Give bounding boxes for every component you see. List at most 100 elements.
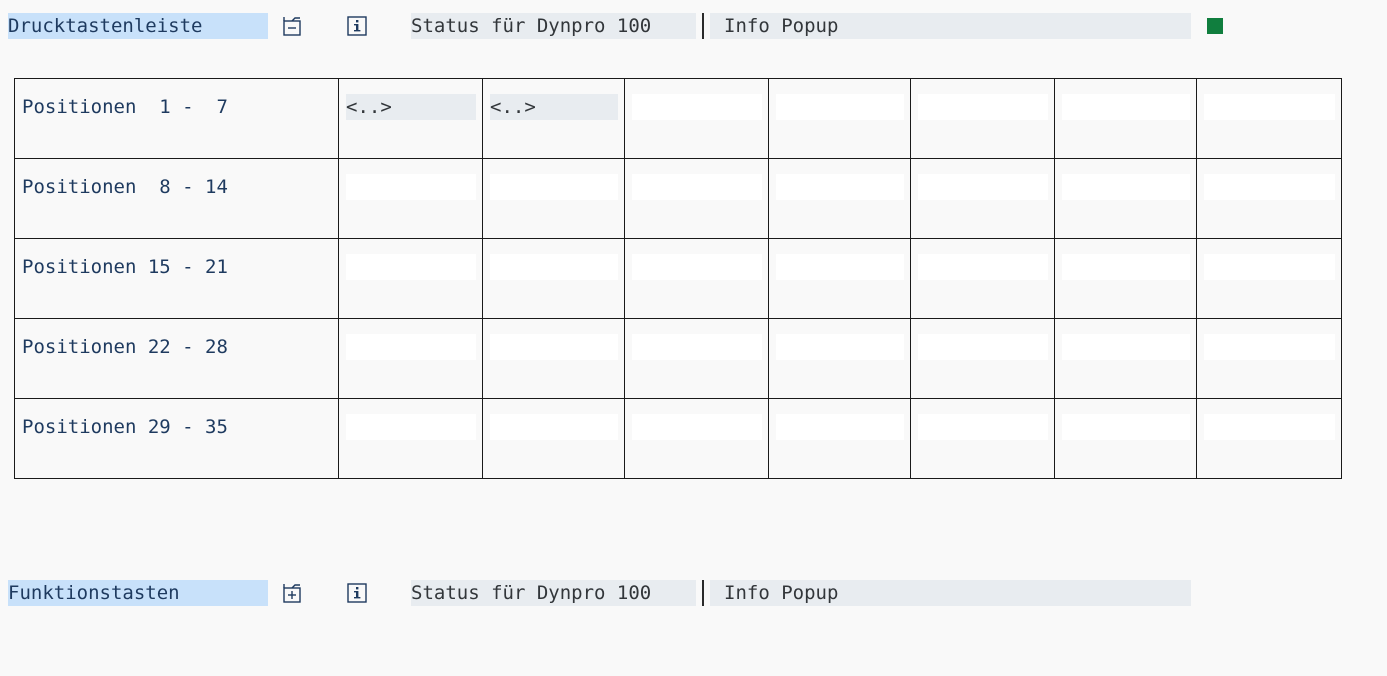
position-input[interactable] bbox=[346, 414, 476, 440]
position-input[interactable] bbox=[1062, 254, 1190, 280]
position-input[interactable] bbox=[1204, 174, 1335, 200]
position-input[interactable] bbox=[1204, 334, 1335, 360]
position-input[interactable] bbox=[918, 174, 1048, 200]
position-input[interactable] bbox=[1204, 414, 1335, 440]
grid-cell bbox=[624, 158, 769, 239]
position-input[interactable] bbox=[776, 334, 904, 360]
grid-cell bbox=[1196, 158, 1342, 239]
section-label-pushbuttons: Drucktastenleiste bbox=[8, 13, 268, 39]
position-input[interactable] bbox=[632, 94, 762, 120]
position-input[interactable] bbox=[776, 414, 904, 440]
position-input[interactable]: <..> bbox=[490, 94, 618, 120]
grid-row: Positionen 22 - 28 bbox=[14, 318, 1342, 399]
info-icon[interactable] bbox=[344, 580, 370, 606]
position-input[interactable] bbox=[490, 174, 618, 200]
position-input[interactable] bbox=[1204, 94, 1335, 120]
grid-cell bbox=[482, 238, 625, 319]
grid-cell bbox=[768, 318, 911, 399]
field-divider bbox=[702, 580, 704, 606]
grid-cell bbox=[1054, 158, 1197, 239]
position-input[interactable] bbox=[346, 334, 476, 360]
status-indicator bbox=[1207, 18, 1223, 34]
grid-row: Positionen 1 - 7 <..> <..> bbox=[14, 78, 1342, 159]
position-input[interactable] bbox=[1062, 174, 1190, 200]
grid-cell bbox=[338, 158, 483, 239]
grid-cell bbox=[910, 238, 1055, 319]
positions-grid: Positionen 1 - 7 <..> <..> Positionen 8 … bbox=[14, 78, 1342, 479]
info-popup-field[interactable]: Info Popup bbox=[710, 580, 1191, 606]
position-range-label: Positionen 8 - 14 bbox=[22, 176, 228, 198]
grid-cell bbox=[1054, 398, 1197, 479]
grid-cell: <..> bbox=[482, 78, 625, 159]
position-range-label: Positionen 29 - 35 bbox=[22, 416, 228, 438]
position-input[interactable] bbox=[1062, 414, 1190, 440]
field-divider bbox=[702, 13, 704, 39]
position-input[interactable] bbox=[776, 174, 904, 200]
grid-cell bbox=[482, 318, 625, 399]
grid-cell bbox=[1054, 238, 1197, 319]
grid-cell bbox=[624, 318, 769, 399]
position-input[interactable]: <..> bbox=[346, 94, 476, 120]
position-input[interactable] bbox=[776, 254, 904, 280]
grid-row-label-cell: Positionen 8 - 14 bbox=[14, 158, 339, 239]
grid-cell bbox=[910, 318, 1055, 399]
grid-cell bbox=[624, 238, 769, 319]
section-label-function-keys: Funktionstasten bbox=[8, 580, 268, 606]
grid-cell bbox=[482, 398, 625, 479]
info-icon[interactable] bbox=[344, 13, 370, 39]
position-input[interactable] bbox=[918, 254, 1048, 280]
position-input[interactable] bbox=[918, 94, 1048, 120]
position-range-label: Positionen 15 - 21 bbox=[22, 256, 228, 278]
grid-cell bbox=[338, 398, 483, 479]
position-input[interactable] bbox=[1062, 94, 1190, 120]
grid-cell bbox=[768, 78, 911, 159]
grid-cell bbox=[768, 158, 911, 239]
grid-row-label-cell: Positionen 1 - 7 bbox=[14, 78, 339, 159]
grid-cell bbox=[1054, 318, 1197, 399]
grid-row: Positionen 8 - 14 bbox=[14, 158, 1342, 239]
position-input[interactable] bbox=[632, 174, 762, 200]
grid-row-label-cell: Positionen 22 - 28 bbox=[14, 318, 339, 399]
function-keys-row: Funktionstasten Status für Dynpro 100 In… bbox=[0, 580, 1387, 606]
grid-cell bbox=[910, 158, 1055, 239]
position-input[interactable] bbox=[632, 334, 762, 360]
info-popup-field[interactable]: Info Popup bbox=[710, 13, 1191, 39]
position-range-label: Positionen 1 - 7 bbox=[22, 96, 228, 118]
grid-cell bbox=[768, 398, 911, 479]
status-field[interactable]: Status für Dynpro 100 bbox=[411, 13, 696, 39]
position-input[interactable] bbox=[918, 414, 1048, 440]
grid-cell bbox=[482, 158, 625, 239]
toolbar-icon[interactable] bbox=[279, 13, 305, 39]
position-input[interactable] bbox=[490, 414, 618, 440]
position-range-label: Positionen 22 - 28 bbox=[22, 336, 228, 358]
position-input[interactable] bbox=[1204, 254, 1335, 280]
grid-cell bbox=[1054, 78, 1197, 159]
pushbutton-toolbar-row: Drucktastenleiste Status für Dynpro 100 … bbox=[0, 13, 1387, 39]
grid-row-label-cell: Positionen 15 - 21 bbox=[14, 238, 339, 319]
add-function-icon[interactable] bbox=[279, 580, 305, 606]
grid-cell bbox=[1196, 318, 1342, 399]
status-field[interactable]: Status für Dynpro 100 bbox=[411, 580, 696, 606]
grid-row: Positionen 15 - 21 bbox=[14, 238, 1342, 319]
grid-cell bbox=[338, 238, 483, 319]
grid-cell bbox=[624, 398, 769, 479]
grid-cell bbox=[338, 318, 483, 399]
grid-cell bbox=[624, 78, 769, 159]
grid-cell bbox=[1196, 78, 1342, 159]
position-input[interactable] bbox=[490, 334, 618, 360]
position-input[interactable] bbox=[918, 334, 1048, 360]
grid-cell bbox=[910, 78, 1055, 159]
grid-cell bbox=[910, 398, 1055, 479]
grid-cell: <..> bbox=[338, 78, 483, 159]
position-input[interactable] bbox=[490, 254, 618, 280]
position-input[interactable] bbox=[632, 254, 762, 280]
grid-row-label-cell: Positionen 29 - 35 bbox=[14, 398, 339, 479]
grid-row: Positionen 29 - 35 bbox=[14, 398, 1342, 479]
position-input[interactable] bbox=[776, 94, 904, 120]
grid-cell bbox=[768, 238, 911, 319]
position-input[interactable] bbox=[632, 414, 762, 440]
position-input[interactable] bbox=[346, 254, 476, 280]
position-input[interactable] bbox=[1062, 334, 1190, 360]
position-input[interactable] bbox=[346, 174, 476, 200]
grid-cell bbox=[1196, 398, 1342, 479]
